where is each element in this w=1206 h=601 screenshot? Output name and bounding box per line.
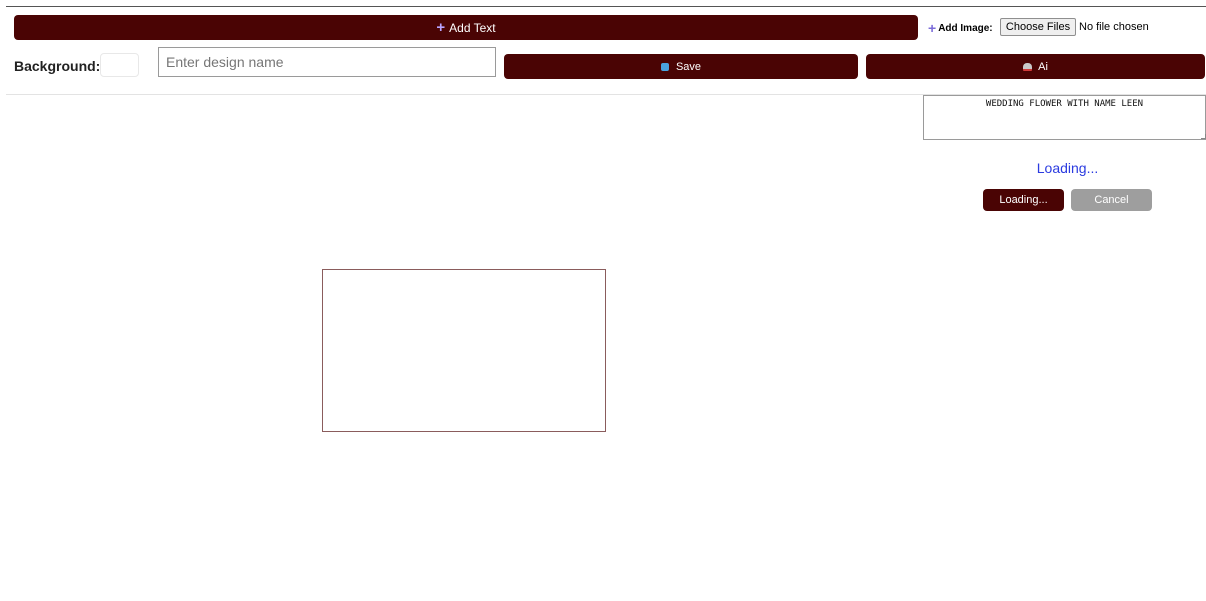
ai-label: Ai (1038, 60, 1048, 73)
cancel-button[interactable]: Cancel (1071, 189, 1152, 211)
floppy-icon (660, 62, 669, 71)
file-status-text: No file chosen (1079, 21, 1149, 33)
add-image-label: Add Image: (938, 22, 993, 34)
save-label: Save (675, 60, 702, 73)
add-text-label: Add Text (449, 20, 496, 35)
resize-handle[interactable] (1201, 134, 1206, 139)
plus-icon: + (928, 20, 937, 36)
ai-status-text: Loading... (1036, 160, 1099, 176)
save-button[interactable]: Save (504, 54, 858, 79)
ai-prompt-textarea[interactable] (923, 95, 1206, 140)
robot-icon (1023, 62, 1033, 71)
add-text-button[interactable]: + Add Text (14, 15, 918, 40)
loading-button-label: Loading... (999, 194, 1048, 206)
design-editor-page: + Add Text + Add Image: Choose Files No … (0, 0, 1206, 601)
design-canvas[interactable] (322, 269, 606, 432)
top-divider (6, 6, 1206, 7)
choose-files-label: Choose Files (1005, 21, 1071, 33)
design-name-input[interactable] (158, 47, 496, 77)
ai-button[interactable]: Ai (866, 54, 1205, 79)
background-color-picker[interactable] (100, 53, 139, 77)
loading-button[interactable]: Loading... (983, 189, 1064, 211)
add-image-label-group: + Add Image: (928, 20, 993, 36)
cancel-button-label: Cancel (1094, 194, 1129, 206)
background-label: Background: (14, 58, 101, 74)
choose-files-button[interactable]: Choose Files (1000, 18, 1076, 36)
plus-icon: + (436, 19, 446, 36)
